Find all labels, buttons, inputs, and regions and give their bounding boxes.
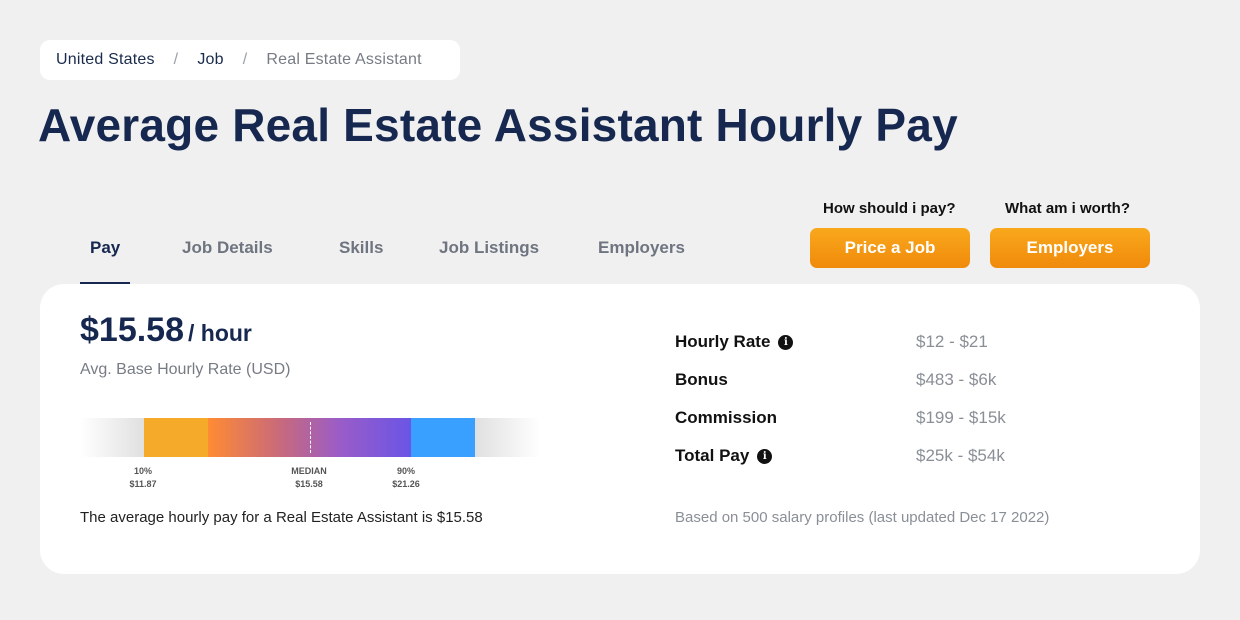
stat-label-hourly-rate: Hourly Rate i bbox=[675, 332, 794, 352]
average-pay-sentence: The average hourly pay for a Real Estate… bbox=[80, 509, 483, 526]
data-source-note: Based on 500 salary profiles (last updat… bbox=[675, 509, 1050, 526]
stat-label-total-pay: Total Pay i bbox=[675, 446, 773, 466]
p10-label: 10% bbox=[133, 466, 152, 476]
median-marker bbox=[310, 422, 311, 453]
breadcrumb-current: Real Estate Assistant bbox=[266, 51, 422, 68]
worth-prompt: What am i worth? bbox=[1005, 200, 1130, 217]
median-marker-label: MEDIAN $15.58 bbox=[291, 465, 327, 491]
stat-row-bonus: Bonus $483 - $6k bbox=[675, 370, 1075, 394]
breadcrumb-united-states[interactable]: United States bbox=[56, 51, 155, 69]
range-fade-right bbox=[475, 418, 540, 457]
pay-card: $15.58/ hour Avg. Base Hourly Rate (USD)… bbox=[40, 284, 1200, 574]
p10-marker: 10% $11.87 bbox=[129, 465, 156, 491]
tab-pay[interactable]: Pay bbox=[90, 238, 120, 258]
hourly-rate: $15.58/ hour bbox=[80, 311, 252, 350]
range-fade-left bbox=[80, 418, 144, 457]
stat-label-commission: Commission bbox=[675, 408, 778, 427]
stat-row-total-pay: Total Pay i $25k - $54k bbox=[675, 446, 1075, 470]
stat-label-text: Total Pay bbox=[675, 446, 750, 465]
p10-value: $11.87 bbox=[129, 479, 157, 489]
p90-value: $21.26 bbox=[392, 479, 420, 489]
rate-caption: Avg. Base Hourly Rate (USD) bbox=[80, 361, 291, 378]
rate-unit: / hour bbox=[188, 320, 252, 346]
tab-employers[interactable]: Employers bbox=[598, 238, 685, 258]
rate-amount: $15.58 bbox=[80, 311, 184, 349]
price-job-prompt: How should i pay? bbox=[823, 200, 956, 217]
stat-row-commission: Commission $199 - $15k bbox=[675, 408, 1075, 432]
tab-skills[interactable]: Skills bbox=[339, 238, 383, 258]
page-title: Average Real Estate Assistant Hourly Pay bbox=[38, 99, 958, 151]
breadcrumb-separator: / bbox=[173, 51, 179, 68]
range-10th-percentile bbox=[144, 418, 208, 457]
info-icon[interactable]: i bbox=[757, 448, 773, 464]
price-a-job-button[interactable]: Price a Job bbox=[810, 228, 970, 268]
employers-button[interactable]: Employers bbox=[990, 228, 1150, 268]
stat-value-total-pay: $25k - $54k bbox=[916, 446, 1005, 465]
breadcrumb: United States / Job / Real Estate Assist… bbox=[40, 40, 460, 80]
stat-label-text: Hourly Rate bbox=[675, 332, 771, 351]
info-icon[interactable]: i bbox=[778, 334, 794, 350]
range-90th-percentile bbox=[411, 418, 475, 457]
breadcrumb-job[interactable]: Job bbox=[197, 51, 223, 69]
stat-row-hourly-rate: Hourly Rate i $12 - $21 bbox=[675, 332, 1075, 356]
p90-label: 90% bbox=[396, 466, 415, 476]
stat-value-commission: $199 - $15k bbox=[916, 408, 1006, 427]
p90-marker: 90% $21.26 bbox=[392, 465, 420, 491]
median-value: $15.58 bbox=[295, 479, 323, 489]
pay-range-bar bbox=[80, 418, 540, 457]
tab-job-listings[interactable]: Job Listings bbox=[439, 238, 539, 258]
breadcrumb-separator: / bbox=[242, 51, 248, 68]
tab-job-details[interactable]: Job Details bbox=[182, 238, 273, 258]
median-label: MEDIAN bbox=[291, 466, 327, 476]
stat-label-bonus: Bonus bbox=[675, 370, 728, 389]
stat-value-bonus: $483 - $6k bbox=[916, 370, 997, 389]
stat-value-hourly-rate: $12 - $21 bbox=[916, 332, 988, 351]
